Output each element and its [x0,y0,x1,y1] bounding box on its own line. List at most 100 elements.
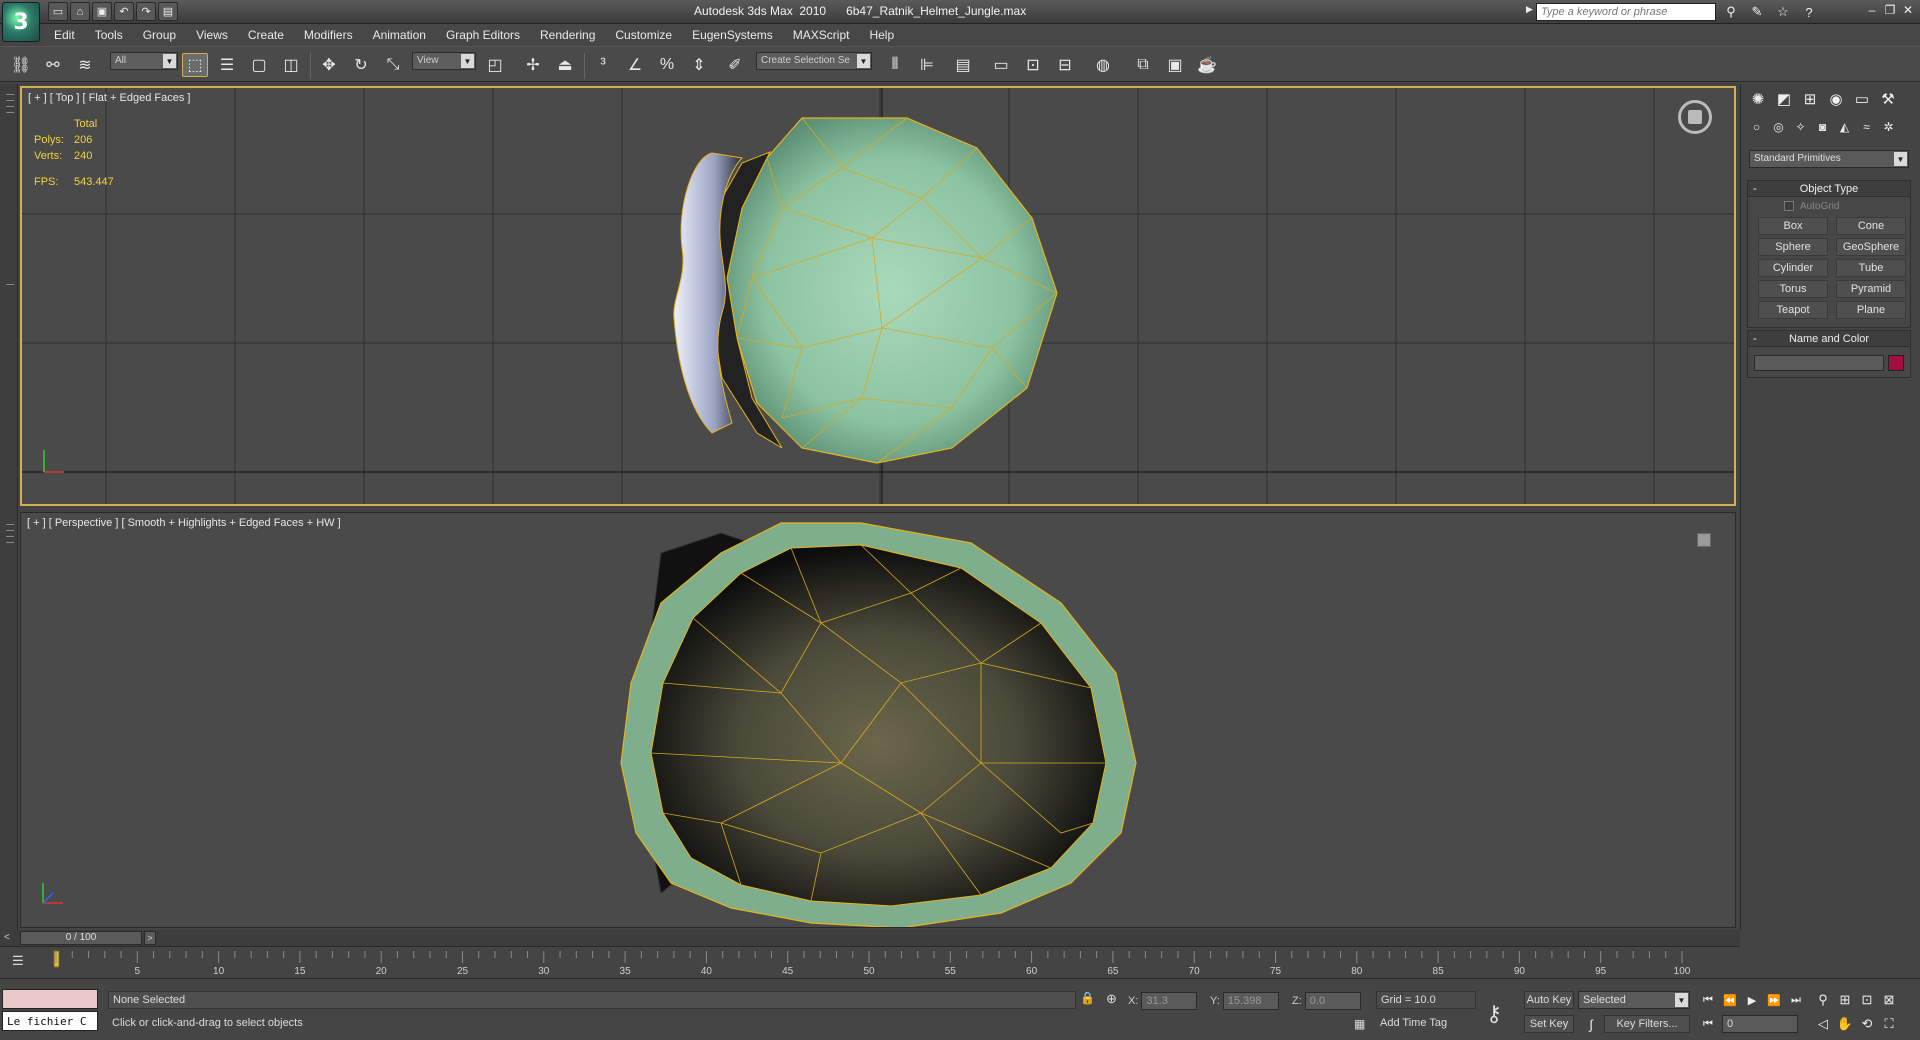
menu-modifiers[interactable]: Modifiers [294,28,363,42]
restore-icon[interactable]: ❐ [1882,2,1898,18]
menu-rendering[interactable]: Rendering [530,28,605,42]
systems-icon[interactable]: ✲ [1879,118,1898,136]
maxscript-listener-output[interactable]: Le fichier C [2,1011,98,1031]
angle-snap-icon[interactable]: ∠ [622,53,648,77]
viewport-label[interactable]: [ + ] [ Perspective ] [ Smooth + Highlig… [27,517,341,529]
unlink-selection-icon[interactable]: ⚯ [40,53,66,77]
set-keys-key-icon[interactable]: ⚷ [1486,1001,1516,1026]
default-in-out-tangents-icon[interactable]: ∫ [1582,1015,1600,1033]
x-coordinate-input[interactable]: 31.3 [1141,992,1198,1010]
select-and-rotate-icon[interactable]: ↻ [348,53,374,77]
cone-button[interactable]: Cone [1836,217,1906,235]
menu-customize[interactable]: Customize [605,28,682,42]
key-mode-selected-dropdown[interactable]: Selected ▼ [1578,991,1690,1009]
previous-frame-icon[interactable]: ⏪ [1720,991,1740,1009]
open-file-icon[interactable]: ⌂ [70,2,90,21]
space-warps-icon[interactable]: ≈ [1857,118,1876,136]
search-input[interactable]: Type a keyword or phrase [1536,3,1716,21]
field-of-view-icon[interactable]: ◁ [1814,1015,1832,1033]
spinner-snap-icon[interactable]: ⇕ [686,53,712,77]
select-and-link-icon[interactable]: ⛓ [8,53,34,77]
geometry-icon[interactable]: ○ [1747,118,1766,136]
menu-create[interactable]: Create [238,28,294,42]
help-icon[interactable]: ? [1798,3,1820,21]
object-name-input[interactable] [1754,355,1885,371]
add-time-tag[interactable]: Add Time Tag [1380,1017,1447,1029]
menu-maxscript[interactable]: MAXScript [783,28,860,42]
autogrid-checkbox[interactable]: AutoGrid [1748,197,1910,215]
menu-animation[interactable]: Animation [363,28,436,42]
box-button[interactable]: Box [1758,217,1828,235]
time-slider-next[interactable]: > [144,931,156,945]
reference-coordinate-dropdown[interactable]: View ▼ [412,52,476,70]
play-animation-icon[interactable]: ▶ [1742,991,1762,1009]
app-logo-button[interactable]: 3 [2,2,40,42]
menu-edit[interactable]: Edit [44,28,85,42]
set-key-button[interactable]: Set Key [1524,1015,1574,1033]
layer-manager-icon[interactable]: ▤ [950,53,976,77]
curve-editor-icon[interactable]: ⊡ [1020,53,1046,77]
pan-view-icon[interactable]: ✋ [1836,1015,1854,1033]
object-color-swatch[interactable] [1888,355,1904,371]
time-slider-thumb[interactable]: 0 / 100 [20,931,142,945]
save-icon[interactable]: ▣ [92,2,112,21]
maximize-viewport-icon[interactable]: ⛶ [1880,1015,1898,1033]
menu-tools[interactable]: Tools [85,28,133,42]
binoculars-icon[interactable]: ⚲ [1720,3,1742,21]
z-coordinate-input[interactable]: 0.0 [1304,992,1361,1010]
zoom-icon[interactable]: ⚲ [1814,991,1832,1009]
plane-button[interactable]: Plane [1836,301,1906,319]
time-tag-icon[interactable]: ▦ [1354,1017,1370,1033]
viewport-perspective[interactable]: [ + ] [ Perspective ] [ Smooth + Highlig… [20,512,1736,928]
selection-lock-icon[interactable]: 🔒 [1080,991,1096,1007]
menu-help[interactable]: Help [859,28,904,42]
name-and-color-header[interactable]: - Name and Color [1748,331,1910,347]
key-mode-toggle-icon[interactable]: ⏮ [1698,1015,1718,1033]
close-icon[interactable]: ✕ [1900,2,1916,18]
project-folder-icon[interactable]: ▤ [158,2,178,21]
named-selection-sets-dropdown[interactable]: Create Selection Se ▼ [756,52,872,70]
favorites-star-icon[interactable]: ☆ [1772,3,1794,21]
lights-icon[interactable]: ✧ [1791,118,1810,136]
select-and-move-icon[interactable]: ✥ [316,53,342,77]
render-production-icon[interactable]: ☕ [1194,53,1220,77]
cylinder-button[interactable]: Cylinder [1758,259,1828,277]
select-by-name-icon[interactable]: ☰ [214,53,240,77]
schematic-view-icon[interactable]: ⊟ [1052,53,1078,77]
window-crossing-icon[interactable]: ◫ [278,53,304,77]
percent-snap-icon[interactable]: % [654,53,680,77]
select-object-icon[interactable]: ⬚ [182,53,208,77]
rendered-frame-window-icon[interactable]: ▣ [1162,53,1188,77]
menu-eugensystems[interactable]: EugenSystems [682,28,783,42]
helpers-icon[interactable]: ◭ [1835,118,1854,136]
bind-to-space-warp-icon[interactable]: ≋ [72,53,98,77]
info-center-toggle-icon[interactable]: ▶ [1526,4,1534,20]
pivot-center-icon[interactable]: ◰ [482,53,508,77]
zoom-all-icon[interactable]: ⊞ [1836,991,1854,1009]
shapes-icon[interactable]: ◎ [1769,118,1788,136]
rectangular-selection-region-icon[interactable]: ▢ [246,53,272,77]
track-bar[interactable]: ☰ 5 10 15 20 25 30 35 40 45 50 55 60 65 70 75 80 85 90 95 1… [0,946,1740,977]
orbit-icon[interactable]: ⟲ [1858,1015,1876,1033]
new-file-icon[interactable]: ▭ [48,2,68,21]
viewport-label[interactable]: [ + ] [ Top ] [ Flat + Edged Faces ] [28,92,190,104]
next-frame-icon[interactable]: ⏩ [1764,991,1784,1009]
maxscript-listener-input[interactable] [2,989,98,1009]
sphere-button[interactable]: Sphere [1758,238,1828,256]
cameras-icon[interactable]: ◙ [1813,118,1832,136]
render-setup-icon[interactable]: ⧉ [1130,53,1156,77]
redo-icon[interactable]: ↷ [136,2,156,21]
steering-wheel-icon[interactable] [1678,100,1712,134]
time-slider-prev[interactable]: < [4,932,10,943]
zoom-extents-all-icon[interactable]: ⊠ [1880,991,1898,1009]
key-filters-button[interactable]: Key Filters... [1604,1015,1690,1033]
snaps-toggle-icon[interactable]: ³ [590,53,616,77]
go-to-start-icon[interactable]: ⏮ [1698,991,1718,1009]
y-coordinate-input[interactable]: 15.398 [1222,992,1279,1010]
edit-named-selection-icon[interactable]: ✐ [722,53,748,77]
torus-button[interactable]: Torus [1758,280,1828,298]
auto-key-button[interactable]: Auto Key [1524,991,1574,1009]
viewport-top[interactable]: [ + ] [ Top ] [ Flat + Edged Faces ] Tot… [20,86,1736,506]
mirror-icon[interactable]: ⫴ [882,53,908,77]
graphite-ribbon-icon[interactable]: ▭ [988,53,1014,77]
